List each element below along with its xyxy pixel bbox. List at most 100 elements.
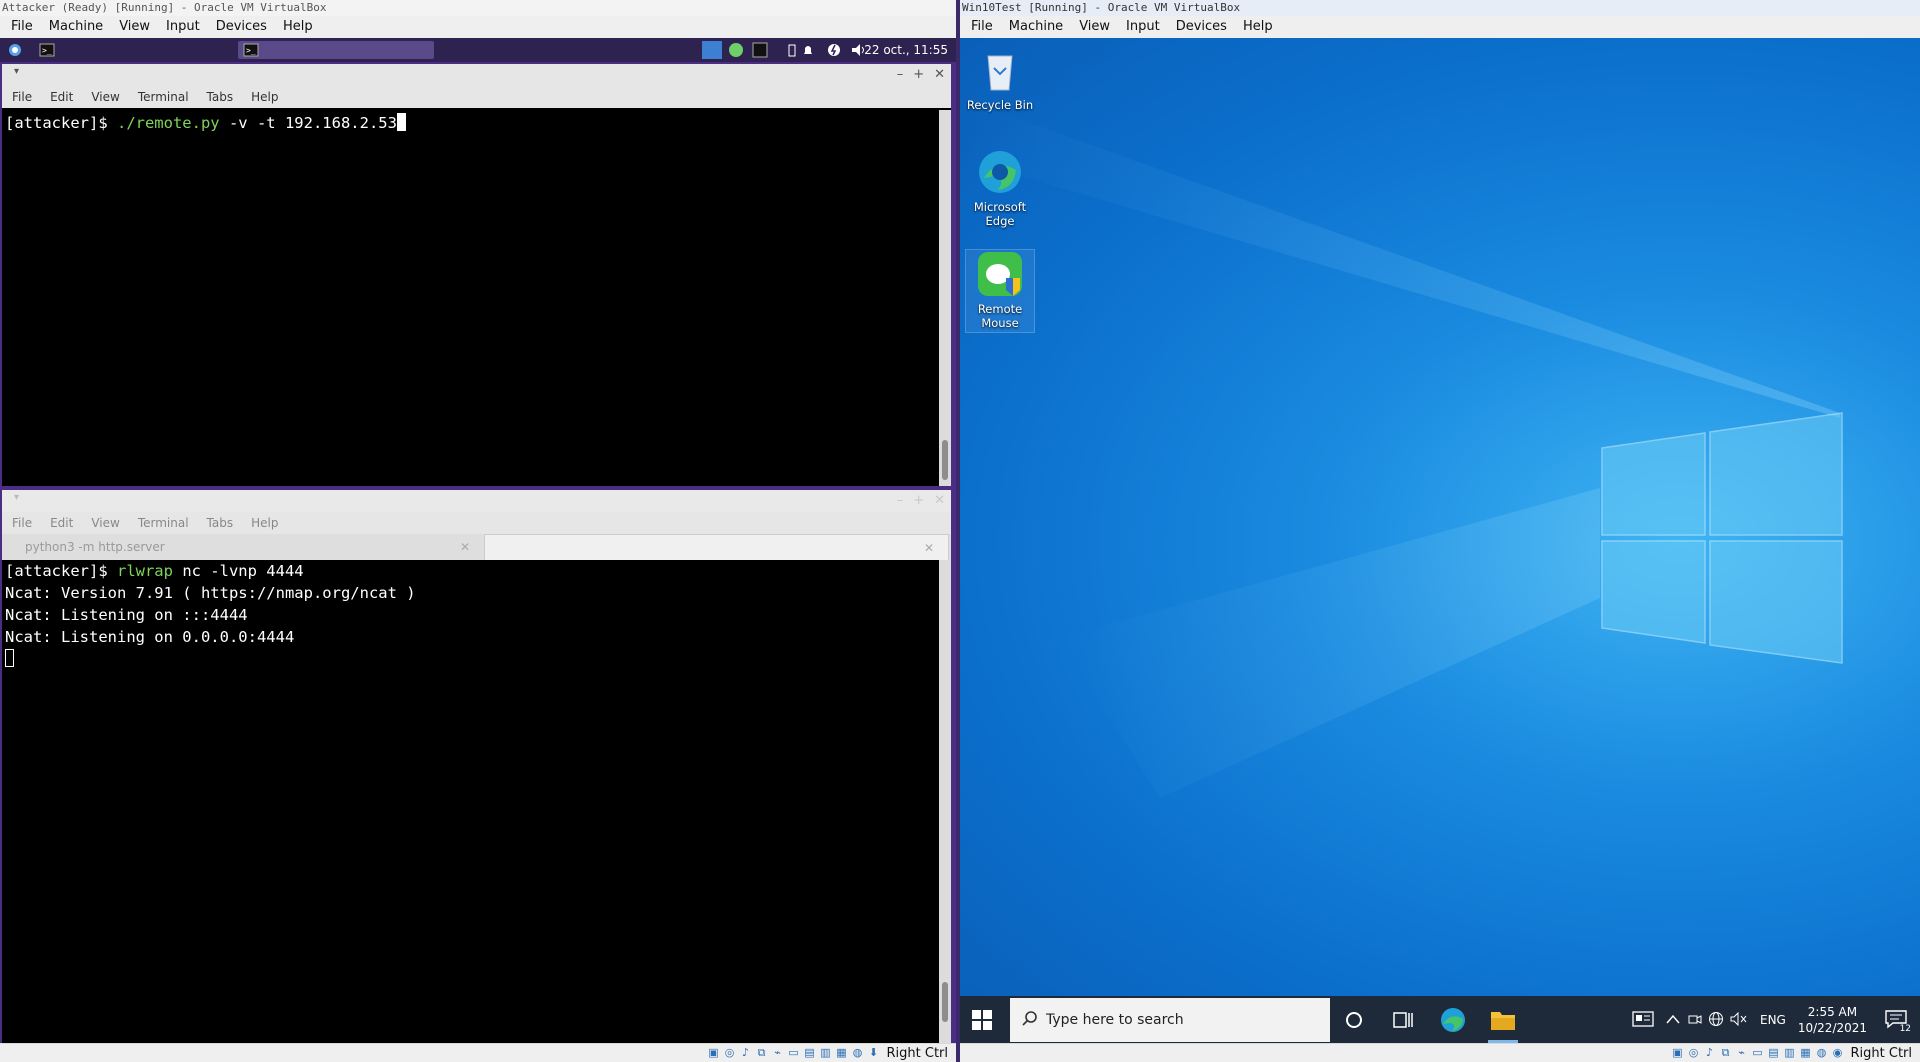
news-widget-icon[interactable] <box>1632 1010 1654 1030</box>
term-menu-edit[interactable]: Edit <box>41 516 82 530</box>
battery-icon[interactable] <box>786 41 798 59</box>
volume-muted-icon[interactable] <box>1730 1011 1748 1029</box>
cortana-icon[interactable] <box>1344 1010 1364 1034</box>
term-menu-tabs[interactable]: Tabs <box>198 90 243 104</box>
audio-icon[interactable]: ♪ <box>739 1046 753 1060</box>
action-center-icon[interactable]: 12 <box>1885 1009 1912 1034</box>
power-icon[interactable] <box>826 41 842 59</box>
window-menu-icon[interactable]: ▾ <box>14 492 19 503</box>
menu-file[interactable]: File <box>0 16 41 38</box>
term-menu-help[interactable]: Help <box>242 90 287 104</box>
terminal-top-output[interactable]: [attacker]$ ./remote.py -v -t 192.168.2.… <box>2 110 939 486</box>
tab-active[interactable]: ✕ <box>484 534 949 560</box>
meet-now-icon[interactable] <box>1688 1012 1702 1029</box>
vbox-statusbar: ▣ ◎ ♪ ⧉ ⌁ ▭ ▤ ▥ ▦ ◍ ◉ Right Ctrl <box>960 1043 1920 1062</box>
term-menu-view[interactable]: View <box>82 516 128 530</box>
window-menu-icon[interactable]: ▾ <box>14 66 19 77</box>
term-menu-edit[interactable]: Edit <box>41 90 82 104</box>
taskbar-terminal-window[interactable]: >_ <box>238 41 434 59</box>
guest-screen-win10[interactable]: Recycle Bin Microsoft Edge Remote Mouse <box>960 38 1920 1044</box>
menu-help[interactable]: Help <box>1235 16 1281 38</box>
minimize-icon[interactable]: – <box>897 493 904 508</box>
term-menu-file[interactable]: File <box>2 516 41 530</box>
scrollbar-bottom[interactable] <box>939 560 951 1044</box>
optical-drive-icon[interactable]: ◎ <box>723 1046 737 1060</box>
term-menu-file[interactable]: File <box>2 90 41 104</box>
terminal-bottom-output[interactable]: [attacker]$ rlwrap nc -lvnp 4444 Ncat: Ve… <box>2 560 939 1044</box>
menu-machine[interactable]: Machine <box>1001 16 1071 38</box>
terminal-tray-icon[interactable] <box>750 41 770 59</box>
network-globe-icon[interactable] <box>1708 1011 1724 1030</box>
tab-close-icon[interactable]: ✕ <box>924 535 934 561</box>
input-language[interactable]: ENG <box>1760 1013 1786 1027</box>
maximize-icon[interactable]: + <box>913 67 924 82</box>
edge-taskbar-icon[interactable] <box>1440 1007 1466 1037</box>
term-menu-help[interactable]: Help <box>242 516 287 530</box>
display-icon[interactable]: ▤ <box>1767 1046 1781 1060</box>
mouse-integration-icon[interactable]: ◍ <box>851 1046 865 1060</box>
scrollbar-top[interactable] <box>939 110 951 486</box>
cpu-icon[interactable]: ▦ <box>1799 1046 1813 1060</box>
term-menu-terminal[interactable]: Terminal <box>129 516 198 530</box>
app-menu-icon[interactable] <box>6 41 24 59</box>
recording-icon[interactable]: ▥ <box>1783 1046 1797 1060</box>
keyboard-capture-icon[interactable]: ◉ <box>1831 1046 1845 1060</box>
desktop-icon-recycle-bin[interactable]: Recycle Bin <box>966 46 1034 112</box>
network-icon[interactable]: ⧉ <box>755 1046 769 1060</box>
menu-devices[interactable]: Devices <box>208 16 275 38</box>
keyboard-capture-icon[interactable]: ⬇ <box>867 1046 881 1060</box>
menu-help[interactable]: Help <box>275 16 321 38</box>
term-menu-tabs[interactable]: Tabs <box>198 516 243 530</box>
audio-icon[interactable]: ♪ <box>1703 1046 1717 1060</box>
window-separator <box>956 0 960 1062</box>
cpu-icon[interactable]: ▦ <box>835 1046 849 1060</box>
optical-drive-icon[interactable]: ◎ <box>1687 1046 1701 1060</box>
task-view-icon[interactable] <box>1392 1010 1414 1034</box>
bell-icon[interactable] <box>800 41 816 59</box>
display-icon[interactable]: ▤ <box>803 1046 817 1060</box>
close-icon[interactable]: ✕ <box>934 493 945 508</box>
mouse-integration-icon[interactable]: ◍ <box>1815 1046 1829 1060</box>
scroll-thumb[interactable] <box>942 982 948 1022</box>
status-green-icon[interactable] <box>726 41 746 59</box>
guest-screen-attacker[interactable]: >_ >_ 22 oct., 11:55 ▾ – + ✕ File Edit V… <box>0 38 956 1044</box>
file-explorer-icon[interactable] <box>1490 1008 1516 1036</box>
menu-machine[interactable]: Machine <box>41 16 111 38</box>
term-menu-terminal[interactable]: Terminal <box>129 90 198 104</box>
network-icon[interactable]: ⧉ <box>1719 1046 1733 1060</box>
maximize-icon[interactable]: + <box>913 493 924 508</box>
menu-input[interactable]: Input <box>1118 16 1168 38</box>
terminal-launcher-icon[interactable]: >_ <box>38 41 58 59</box>
menu-view[interactable]: View <box>111 16 158 38</box>
minimize-icon[interactable]: – <box>897 67 904 82</box>
panel-clock[interactable]: 22 oct., 11:55 <box>864 38 948 62</box>
terminal-window-top[interactable]: ▾ – + ✕ File Edit View Terminal Tabs Hel… <box>2 64 951 486</box>
shared-folder-icon[interactable]: ▭ <box>1751 1046 1765 1060</box>
workspace-1-icon[interactable] <box>702 41 722 59</box>
terminal-bottom-titlebar[interactable]: ▾ – + ✕ <box>2 490 951 512</box>
hard-disk-icon[interactable]: ▣ <box>707 1046 721 1060</box>
menu-file[interactable]: File <box>960 16 1001 38</box>
menu-devices[interactable]: Devices <box>1168 16 1235 38</box>
close-icon[interactable]: ✕ <box>934 67 945 82</box>
desktop-icon-remote-mouse[interactable]: Remote Mouse <box>965 249 1035 333</box>
windows-start-icon[interactable] <box>972 1010 992 1034</box>
recording-icon[interactable]: ▥ <box>819 1046 833 1060</box>
shared-folder-icon[interactable]: ▭ <box>787 1046 801 1060</box>
terminal-window-bottom[interactable]: ▾ – + ✕ File Edit View Terminal Tabs Hel… <box>2 490 951 1044</box>
desktop-icon-edge[interactable]: Microsoft Edge <box>966 148 1034 228</box>
usb-icon[interactable]: ⌁ <box>1735 1046 1749 1060</box>
menu-view[interactable]: View <box>1071 16 1118 38</box>
windows-taskbar: Type here to search ENG 2:55 AM 10/22/20… <box>960 996 1920 1044</box>
term-menu-view[interactable]: View <box>82 90 128 104</box>
hard-disk-icon[interactable]: ▣ <box>1671 1046 1685 1060</box>
menu-input[interactable]: Input <box>158 16 208 38</box>
taskbar-clock[interactable]: 2:55 AM 10/22/2021 <box>1798 1004 1867 1036</box>
tab-http-server[interactable]: python3 -m http.server ✕ <box>2 534 484 560</box>
chevron-up-icon[interactable] <box>1666 1013 1680 1027</box>
taskbar-search-box[interactable]: Type here to search <box>1010 998 1330 1042</box>
scroll-thumb[interactable] <box>942 440 948 480</box>
usb-icon[interactable]: ⌁ <box>771 1046 785 1060</box>
tab-close-icon[interactable]: ✕ <box>460 534 470 560</box>
terminal-top-titlebar[interactable]: ▾ – + ✕ <box>2 64 951 86</box>
